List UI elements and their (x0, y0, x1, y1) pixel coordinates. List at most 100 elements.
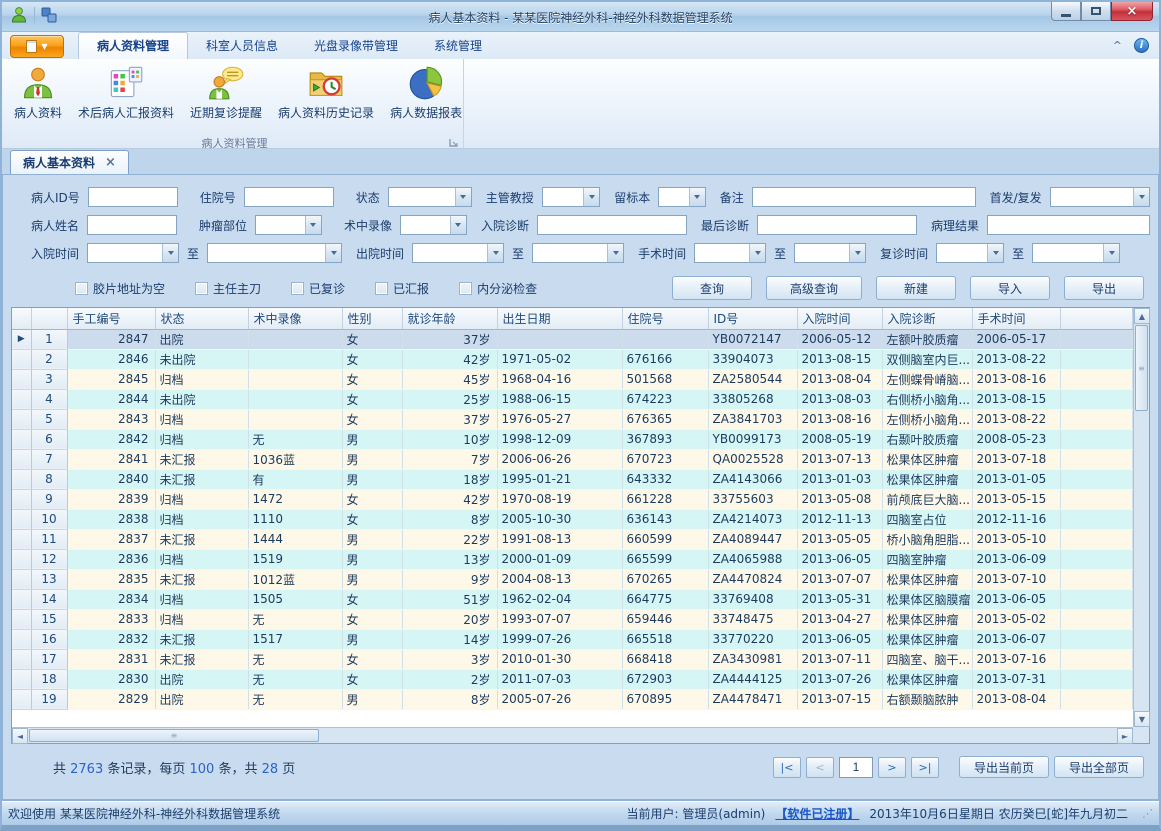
table-row[interactable]: 22846未出院女42岁1971-05-02676166339040732013… (12, 349, 1133, 369)
chevron-down-icon[interactable] (607, 244, 623, 262)
ribbon-tab-patient-management[interactable]: 病人资料管理 (78, 32, 188, 59)
table-row[interactable]: 142834归档1505女51岁1962-02-0466477533769408… (12, 589, 1133, 609)
new-button[interactable]: 新建 (876, 276, 956, 300)
first-recur-combo[interactable] (1050, 187, 1150, 207)
export-all-pages-button[interactable]: 导出全部页 (1054, 756, 1144, 778)
table-row[interactable]: 152833归档无女20岁1993-07-0765944633748475201… (12, 609, 1133, 629)
resize-grip[interactable]: ⋰ (1142, 807, 1153, 820)
surgery-video-combo[interactable] (400, 215, 467, 235)
followup-time-from-combo[interactable] (936, 243, 1004, 263)
column-header[interactable]: 性别 (342, 308, 402, 329)
postop-report-button[interactable]: 术后病人汇报资料 (70, 63, 182, 135)
checkbox-box[interactable] (75, 282, 88, 295)
table-row[interactable]: 52843归档女37岁1976-05-27676365ZA38417032013… (12, 409, 1133, 429)
advanced-query-button[interactable]: 高级查询 (766, 276, 862, 300)
checkbox-followed-up[interactable]: 已复诊 (291, 280, 345, 297)
chevron-down-icon[interactable] (450, 216, 466, 234)
next-page-button[interactable]: > (878, 757, 906, 778)
export-button[interactable]: 导出 (1064, 276, 1144, 300)
chevron-down-icon[interactable] (305, 216, 321, 234)
checkbox-box[interactable] (195, 282, 208, 295)
admit-time-to-combo[interactable] (207, 243, 342, 263)
vertical-scroll-thumb[interactable]: ≡ (1135, 325, 1148, 411)
registered-link[interactable]: 【软件已注册】 (775, 805, 859, 822)
query-button[interactable]: 查询 (672, 276, 752, 300)
table-row[interactable]: 162832未汇报1517男14岁1999-07-266655183377022… (12, 629, 1133, 649)
table-row[interactable]: 102838归档1110女8岁2005-10-30636143ZA4214073… (12, 509, 1133, 529)
column-header[interactable]: 出生日期 (497, 308, 622, 329)
minimize-button[interactable] (1051, 2, 1081, 21)
import-button[interactable]: 导入 (970, 276, 1050, 300)
data-report-button[interactable]: 病人数据报表 (382, 63, 470, 135)
chevron-down-icon[interactable] (689, 188, 705, 206)
table-row[interactable]: ▶12847出院女37岁YB00721472006-05-12左额叶胶质瘤200… (12, 329, 1133, 349)
chevron-down-icon[interactable] (987, 244, 1003, 262)
checkbox-box[interactable] (459, 282, 472, 295)
tab-close-icon[interactable]: × (105, 155, 116, 170)
checkbox-film-address-empty[interactable]: 胶片地址为空 (75, 280, 165, 297)
patient-name-input[interactable] (87, 215, 177, 235)
followup-reminder-button[interactable]: 近期复诊提醒 (182, 63, 270, 135)
last-page-button[interactable]: >| (911, 757, 939, 778)
collapse-ribbon-icon[interactable]: ^ (1113, 39, 1122, 52)
column-header[interactable]: 状态 (155, 308, 248, 329)
chevron-down-icon[interactable] (1103, 244, 1119, 262)
checkbox-chief-surgeon[interactable]: 主任主刀 (195, 280, 261, 297)
ribbon-tab-disc-management[interactable]: 光盘录像带管理 (296, 33, 416, 59)
surgery-time-from-combo[interactable] (694, 243, 766, 263)
table-row[interactable]: 192829出院无男8岁2005-07-26670895ZA4478471201… (12, 689, 1133, 709)
tab-patient-basic-info[interactable]: 病人基本资料 × (10, 150, 129, 174)
chevron-down-icon[interactable] (749, 244, 765, 262)
tumor-site-combo[interactable] (255, 215, 322, 235)
history-record-button[interactable]: 病人资料历史记录 (270, 63, 382, 135)
status-combo[interactable] (388, 187, 472, 207)
horizontal-scrollbar[interactable]: ◄ ≡ ► (12, 727, 1133, 743)
admit-time-from-combo[interactable] (87, 243, 179, 263)
horizontal-scroll-thumb[interactable]: ≡ (29, 729, 319, 742)
column-header[interactable]: 手工编号 (67, 308, 155, 329)
specimen-combo[interactable] (658, 187, 706, 207)
followup-time-to-combo[interactable] (1032, 243, 1120, 263)
chevron-down-icon[interactable] (1133, 188, 1149, 206)
page-number-input[interactable] (839, 757, 873, 778)
checkbox-box[interactable] (291, 282, 304, 295)
table-row[interactable]: 82840未汇报有男18岁1995-01-21643332ZA414306620… (12, 469, 1133, 489)
chevron-down-icon[interactable] (325, 244, 341, 262)
table-row[interactable]: 32845归档女45岁1968-04-16501568ZA25805442013… (12, 369, 1133, 389)
scroll-left-icon[interactable]: ◄ (12, 728, 28, 744)
table-row[interactable]: 92839归档1472女42岁1970-08-19661228337556032… (12, 489, 1133, 509)
chevron-down-icon[interactable] (583, 188, 599, 206)
table-row[interactable]: 122836归档1519男13岁2000-01-09665599ZA406598… (12, 549, 1133, 569)
discharge-time-from-combo[interactable] (412, 243, 504, 263)
table-row[interactable]: 42844未出院女25岁1988-06-15674223338052682013… (12, 389, 1133, 409)
final-diag-input[interactable] (757, 215, 917, 235)
table-row[interactable]: 172831未汇报无女3岁2010-01-30668418ZA343098120… (12, 649, 1133, 669)
scroll-up-icon[interactable]: ▲ (1134, 308, 1150, 324)
table-row[interactable]: 62842归档无男10岁1998-12-09367893YB0099173200… (12, 429, 1133, 449)
app-menu-button[interactable]: ▼ (10, 35, 64, 58)
remarks-input[interactable] (752, 187, 976, 207)
ribbon-tab-staff-info[interactable]: 科室人员信息 (188, 33, 296, 59)
maximize-button[interactable] (1081, 2, 1111, 21)
admission-no-input[interactable] (244, 187, 334, 207)
column-header[interactable]: 住院号 (622, 308, 708, 329)
scroll-right-icon[interactable]: ► (1117, 728, 1133, 744)
admission-diag-input[interactable] (537, 215, 687, 235)
checkbox-endocrine-exam[interactable]: 内分泌检查 (459, 280, 537, 297)
patient-info-button[interactable]: 病人资料 (6, 63, 70, 135)
prev-page-button[interactable]: < (806, 757, 834, 778)
patient-id-input[interactable] (88, 187, 178, 207)
column-header[interactable]: 手术时间 (972, 308, 1060, 329)
column-header[interactable]: 术中录像 (248, 308, 342, 329)
dialog-launcher-icon[interactable] (449, 138, 459, 148)
info-icon[interactable]: i (1134, 38, 1149, 53)
first-page-button[interactable]: |< (773, 757, 801, 778)
checkbox-box[interactable] (375, 282, 388, 295)
table-row[interactable]: 112837未汇报1444男22岁1991-08-13660599ZA40894… (12, 529, 1133, 549)
checkbox-reported[interactable]: 已汇报 (375, 280, 429, 297)
vertical-scrollbar[interactable]: ▲ ≡ ▼ (1133, 308, 1149, 727)
column-header[interactable]: 入院时间 (797, 308, 882, 329)
surgery-time-to-combo[interactable] (794, 243, 866, 263)
column-header[interactable]: 就诊年龄 (402, 308, 497, 329)
ribbon-tab-system[interactable]: 系统管理 (416, 33, 500, 59)
